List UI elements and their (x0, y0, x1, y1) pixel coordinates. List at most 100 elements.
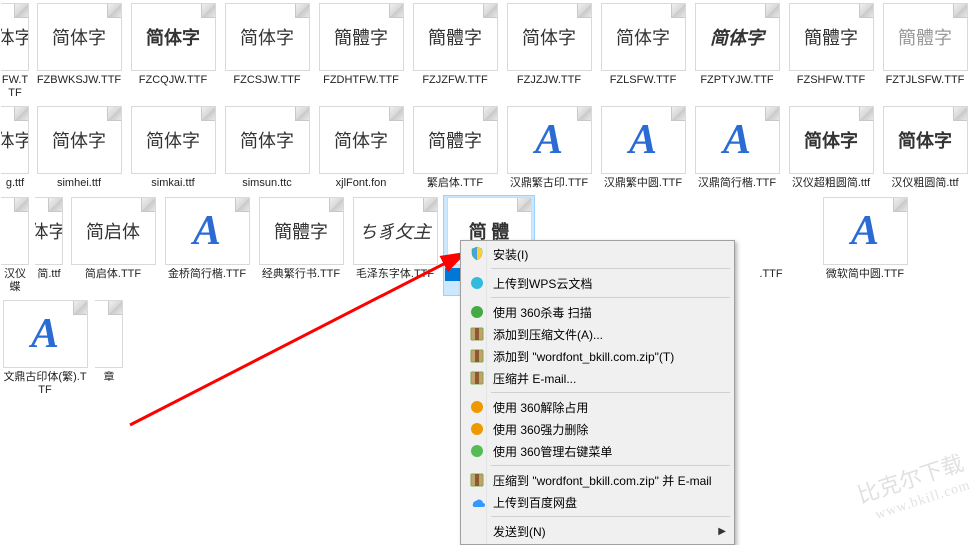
font-file-item[interactable]: A微软简中圆.TTF (820, 196, 910, 295)
file-name: simkai.ttf (129, 177, 217, 190)
font-file-item[interactable]: 简体字FZBWKSJW.TTF (34, 2, 124, 101)
file-name: 汉仪超粗圆简.ttf (787, 177, 875, 190)
font-thumbnail: A (507, 106, 592, 174)
font-thumbnail: 简体字 (225, 106, 310, 174)
font-file-item[interactable]: A汉鼎简行楷.TTF (692, 105, 782, 191)
font-file-item[interactable]: 簡體字FZDHTFW.TTF (316, 2, 406, 101)
font-preview-text: 简体字 (334, 127, 388, 153)
font-file-item[interactable]: 简体字FZJZJW.TTF (504, 2, 594, 101)
menu-item-label: 上传到百度网盘 (493, 494, 577, 511)
font-file-item[interactable]: 简体字FZLSFW.TTF (598, 2, 688, 101)
font-file-item[interactable]: 简体字simsun.ttc (222, 105, 312, 191)
page-fold-icon (893, 198, 907, 212)
page-fold-icon (201, 107, 215, 121)
font-file-item[interactable]: 简體字繁启体.TTF (410, 105, 500, 191)
font-file-item[interactable]: 汉仪蝶 (0, 196, 30, 295)
font-preview-text: 簡體字 (804, 24, 858, 50)
page-fold-icon (107, 4, 121, 18)
page-fold-icon (14, 198, 28, 212)
font-file-item[interactable]: 体字 g.ttf (0, 105, 30, 191)
font-preview-text: 体字 (1, 24, 29, 50)
page-fold-icon (765, 4, 779, 18)
file-name: FZCQJW.TTF (129, 74, 217, 87)
menu-item[interactable]: 使用 360管理右键菜单 (463, 440, 732, 462)
menu-separator (491, 268, 730, 269)
blank-icon (468, 522, 486, 540)
file-name: FZJZJW.TTF (505, 74, 593, 87)
menu-item[interactable]: 上传到百度网盘 (463, 491, 732, 513)
font-file-item[interactable]: 簡體字FZSHFW.TTF (786, 2, 876, 101)
font-preview-text: 简体字 (146, 127, 200, 153)
menu-item[interactable]: 使用 360强力删除 (463, 418, 732, 440)
font-file-item[interactable]: 简体字汉仪粗圆简.ttf (880, 105, 970, 191)
file-name: xjlFont.fon (317, 177, 405, 190)
page-fold-icon (389, 107, 403, 121)
file-name: simhei.ttf (35, 177, 123, 190)
font-thumbnail: A (823, 197, 908, 265)
font-thumbnail: 簡體字 (319, 3, 404, 71)
menu-item[interactable]: 使用 360解除占用 (463, 396, 732, 418)
font-file-item[interactable]: ち豸攵主毛泽东字体.TTF (350, 196, 440, 295)
font-preview-text: 简體字 (428, 127, 482, 153)
font-file-item[interactable]: 简体字FZCSJW.TTF (222, 2, 312, 101)
font-file-item[interactable]: 简体字 xjlFont.fon (316, 105, 406, 191)
font-thumbnail: 体字 (1, 3, 29, 71)
font-file-item[interactable]: 简体字FZCQJW.TTF (128, 2, 218, 101)
font-file-item[interactable]: A文鼎古印体(繁).TTF (0, 299, 90, 398)
page-fold-icon (329, 198, 343, 212)
font-thumbnail (1, 197, 29, 265)
font-file-item[interactable]: 简体字汉仪超粗圆简.ttf (786, 105, 876, 191)
font-thumbnail: 简体字 (695, 3, 780, 71)
font-file-item[interactable]: 简启体简启体.TTF (68, 196, 158, 295)
font-thumbnail: A (3, 300, 88, 368)
font-preview-text: 简体字 (240, 24, 294, 50)
font-file-item[interactable]: 体字FW.TTF (0, 2, 30, 101)
file-name: 繁启体.TTF (411, 177, 499, 190)
shield-icon (468, 245, 486, 263)
menu-item-label: 发送到(N) (493, 523, 546, 540)
font-file-item[interactable]: 簡體字FZJZFW.TTF (410, 2, 500, 101)
menu-item-label: 使用 360解除占用 (493, 399, 588, 416)
file-name: .TTF (727, 268, 815, 281)
font-file-item[interactable]: 簡體字FZTJLSFW.TTF (880, 2, 970, 101)
font-file-item[interactable]: A汉鼎繁古印.TTF (504, 105, 594, 191)
font-preview-text: 簡體字 (428, 24, 482, 50)
font-file-item[interactable]: 简体字simhei.ttf (34, 105, 124, 191)
font-file-item[interactable]: 簡體字经典繁行书.TTF (256, 196, 346, 295)
menu-item[interactable]: 上传到WPS云文档 (463, 272, 732, 294)
font-thumbnail: 简体字 (601, 3, 686, 71)
font-file-item[interactable]: A金桥简行楷.TTF (162, 196, 252, 295)
page-fold-icon (859, 107, 873, 121)
page-fold-icon (577, 4, 591, 18)
menu-item[interactable]: 压缩到 "wordfont_bkill.com.zip" 并 E-mail (463, 469, 732, 491)
menu-item[interactable]: 添加到压缩文件(A)... (463, 323, 732, 345)
unlock-icon (468, 398, 486, 416)
menu-item[interactable]: 发送到(N)▶ (463, 520, 732, 542)
file-name: 汉仪粗圆简.ttf (881, 177, 969, 190)
font-file-item[interactable]: 章 (94, 299, 124, 398)
menu-item[interactable]: 安装(I) (463, 243, 732, 265)
font-file-item[interactable]: 简体字 simkai.ttf (128, 105, 218, 191)
file-name: FZPTYJW.TTF (693, 74, 781, 87)
menu-item[interactable]: 压缩并 E-mail... (463, 367, 732, 389)
font-file-item[interactable]: .TTF (726, 196, 816, 295)
font-thumbnail: 体字 (1, 106, 29, 174)
page-fold-icon (108, 301, 122, 315)
font-file-item[interactable]: A汉鼎繁中圆.TTF (598, 105, 688, 191)
rar-icon (468, 347, 486, 365)
font-thumbnail: ち豸攵主 (353, 197, 438, 265)
menu-item-label: 使用 360强力删除 (493, 421, 588, 438)
page-fold-icon (953, 4, 967, 18)
font-thumbnail: 简启体 (71, 197, 156, 265)
menu-item-label: 添加到压缩文件(A)... (493, 326, 603, 343)
font-file-item[interactable]: 简体字 FZPTYJW.TTF (692, 2, 782, 101)
font-file-item[interactable]: 体字简.ttf (34, 196, 64, 295)
menu-item-label: 使用 360杀毒 扫描 (493, 304, 592, 321)
menu-item[interactable]: 使用 360杀毒 扫描 (463, 301, 732, 323)
file-name: g.ttf (1, 177, 29, 190)
font-preview-text: 简体字 (240, 127, 294, 153)
menu-item-label: 添加到 "wordfont_bkill.com.zip"(T) (493, 348, 674, 365)
menu-item[interactable]: 添加到 "wordfont_bkill.com.zip"(T) (463, 345, 732, 367)
page-fold-icon (483, 4, 497, 18)
page-fold-icon (389, 4, 403, 18)
